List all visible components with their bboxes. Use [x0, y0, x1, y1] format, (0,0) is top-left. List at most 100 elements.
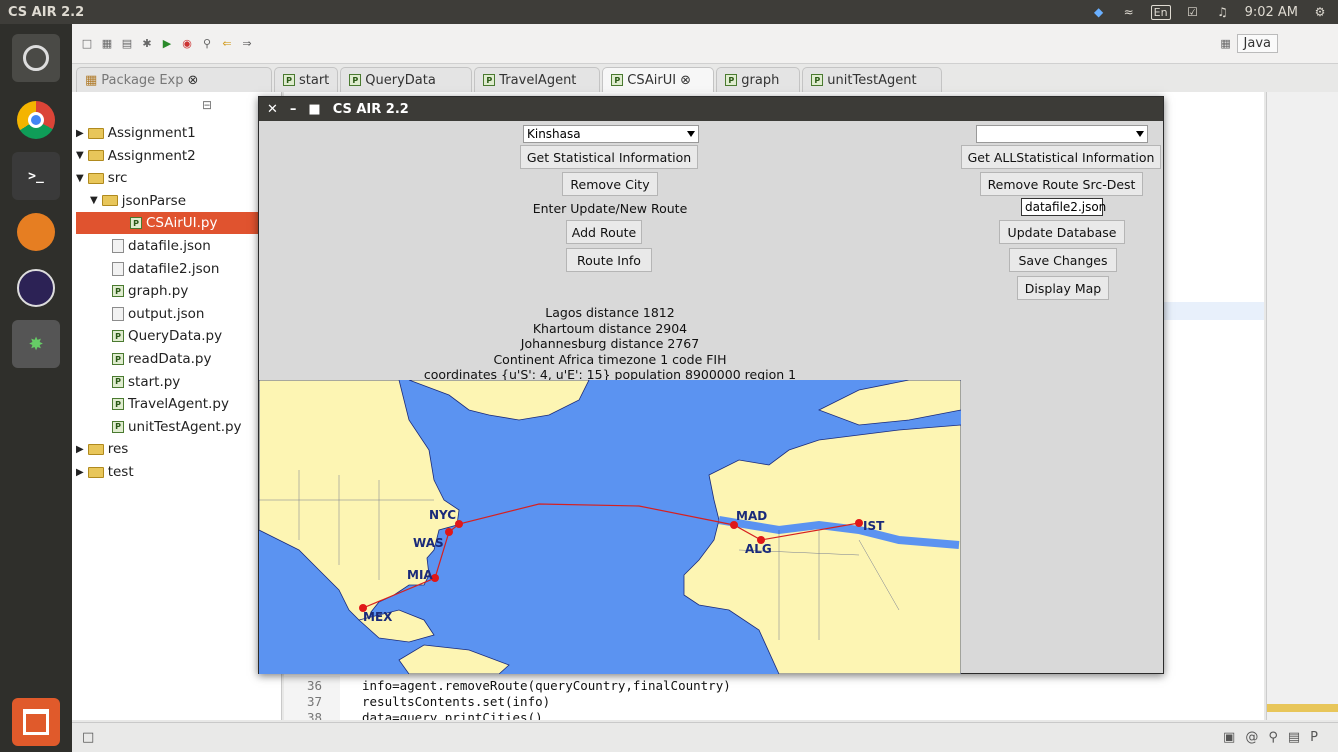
tab-csairui[interactable]: P CSAirUI ⊗ [602, 67, 715, 92]
get-all-statistical-info-button[interactable]: Get ALLStatistical Information [961, 145, 1161, 169]
line-number: 36 [306, 678, 322, 693]
checkbox-icon[interactable]: ☑ [1185, 4, 1201, 20]
tab-unittestagent[interactable]: PunitTestAgent [802, 67, 943, 92]
destination-select[interactable] [976, 125, 1148, 143]
chrome-icon[interactable] [12, 96, 60, 144]
tree-item[interactable]: ▼ Assignment2 [76, 145, 196, 167]
expand-arrow-icon[interactable]: ▼ [90, 195, 98, 206]
route-info-button[interactable]: Route Info [566, 248, 652, 272]
expand-arrow-icon[interactable]: ▶ [76, 467, 84, 478]
dropbox-icon[interactable]: ◆ [1091, 4, 1107, 20]
python-icon[interactable]: P [1310, 730, 1318, 745]
update-database-button[interactable]: Update Database [999, 220, 1125, 244]
expand-arrow-icon[interactable]: ▼ [76, 173, 84, 184]
expand-arrow-icon[interactable]: ▼ [76, 150, 84, 161]
close-icon[interactable]: ✕ [267, 102, 278, 117]
remove-city-button[interactable]: Remove City [562, 172, 658, 196]
python-file-icon: P [483, 74, 496, 86]
search-icon[interactable]: ⚲ [200, 37, 214, 51]
java-perspective-button[interactable]: Java [1236, 34, 1278, 53]
maximize-icon[interactable]: ■ [308, 102, 320, 117]
tree-item[interactable]: P TravelAgent.py [112, 393, 229, 415]
status-icon[interactable]: □ [82, 730, 94, 745]
print-icon[interactable]: ▤ [120, 37, 134, 51]
tree-item[interactable]: Pstart.py [112, 371, 180, 393]
tree-item[interactable]: datafile2.json [112, 258, 219, 280]
tab-start[interactable]: Pstart [274, 67, 339, 92]
display-map-button[interactable]: Display Map [1017, 276, 1109, 300]
folder-icon [87, 172, 104, 184]
tree-item-label: TravelAgent.py [128, 396, 229, 413]
close-icon[interactable]: ⊗ [680, 73, 691, 88]
route-map[interactable]: NYC WAS MIA MEX MAD ALG IST [259, 380, 961, 674]
datafile-input[interactable]: datafile2.json [1021, 198, 1106, 216]
python-app-icon[interactable]: ✸ [12, 320, 60, 368]
tree-item[interactable]: ▶ Assignment1 [76, 122, 196, 144]
expand-arrow-icon[interactable]: ▶ [76, 444, 84, 455]
tree-item-label: start.py [128, 373, 181, 390]
trash-icon[interactable] [12, 698, 60, 746]
debug-icon[interactable]: ✱ [140, 37, 154, 51]
tree-item[interactable]: P CSAirUI.py [76, 212, 282, 235]
tab-querydata[interactable]: P QueryData [340, 67, 473, 92]
tree-item[interactable]: ▶ res [76, 438, 128, 460]
external-tools-icon[interactable]: ◉ [180, 37, 194, 51]
expand-arrow-icon[interactable]: ▶ [76, 128, 84, 139]
console-icon[interactable]: ▤ [1288, 730, 1300, 745]
code-line[interactable]: data=query.printCities() [362, 710, 543, 720]
tree-item[interactable]: datafile.json [112, 235, 211, 257]
email-icon[interactable]: @ [1245, 730, 1258, 745]
city-marker[interactable] [855, 519, 863, 527]
session-icon[interactable]: ⚙ [1312, 4, 1328, 20]
navigate-back-icon[interactable]: ⇐ [220, 37, 234, 51]
city-select[interactable]: Kinshasa [523, 125, 699, 143]
code-line[interactable]: resultsContents.set(info) [362, 694, 550, 709]
editor-tab-row: ▦ Package Exp ⊗ Pstart P QueryData P Trave… [72, 66, 1338, 92]
tree-item[interactable]: ▼ jsonParse [90, 190, 186, 212]
save-icon[interactable]: ▦ [100, 37, 114, 51]
run-icon[interactable]: ▶ [160, 37, 174, 51]
navigate-forward-icon[interactable]: ⇒ [240, 37, 254, 51]
close-icon[interactable]: ⊗ [187, 73, 198, 88]
tree-item[interactable]: ▼ src [76, 167, 127, 189]
tree-item-label: test [107, 464, 134, 480]
tab-package-explorer[interactable]: ▦ Package Exp ⊗ [76, 67, 272, 92]
python-file-icon: P [725, 74, 738, 86]
volume-icon[interactable]: ♫ [1215, 4, 1231, 20]
get-statistical-info-button[interactable]: Get Statistical Information [520, 145, 698, 169]
code-editor[interactable]: 36 info=agent.removeRoute(queryCountry,f… [284, 676, 1264, 720]
tree-item[interactable]: PreadData.py [112, 348, 212, 370]
search-icon[interactable]: ⚲ [1268, 730, 1278, 745]
line-number: 38 [306, 710, 322, 720]
files-icon[interactable] [12, 208, 60, 256]
add-route-button[interactable]: Add Route [566, 220, 642, 244]
folder-icon [87, 466, 104, 478]
eclipse-icon[interactable] [12, 264, 60, 312]
keyboard-layout-indicator[interactable]: En [1150, 4, 1171, 20]
save-changes-button[interactable]: Save Changes [1009, 248, 1117, 272]
clock[interactable]: 9:02 AM [1245, 5, 1298, 20]
tree-item[interactable]: P QueryData.py [112, 325, 222, 347]
remove-route-button[interactable]: Remove Route Src-Dest [980, 172, 1143, 196]
python-file-icon: P [112, 420, 124, 433]
city-marker[interactable] [455, 520, 463, 528]
window-icon[interactable]: ▣ [1223, 730, 1235, 745]
tab-graph[interactable]: Pgraph [716, 67, 801, 92]
tree-item[interactable]: output.json [112, 303, 204, 325]
python-file-icon: P [611, 74, 624, 86]
tab-travelagent[interactable]: P TravelAgent [474, 67, 601, 92]
python-file-icon: P [112, 353, 124, 365]
collapse-all-icon[interactable]: ⊟ [202, 98, 212, 112]
new-icon[interactable]: □ [80, 37, 94, 51]
city-label: MAD [736, 509, 768, 523]
ubuntu-dash-icon[interactable] [12, 34, 60, 82]
tree-item[interactable]: ▶ test [76, 461, 134, 483]
code-line[interactable]: info=agent.removeRoute(queryCountry,fina… [362, 678, 731, 693]
tree-item[interactable]: PunitTestAgent.py [112, 416, 242, 438]
terminal-icon[interactable]: >_ [12, 152, 60, 200]
tree-item[interactable]: Pgraph.py [112, 280, 188, 302]
open-perspective-icon[interactable]: ▦ [1219, 37, 1233, 51]
city-marker[interactable] [445, 528, 453, 536]
minimize-icon[interactable]: – [290, 102, 297, 117]
wifi-icon[interactable]: ≈ [1121, 4, 1137, 20]
